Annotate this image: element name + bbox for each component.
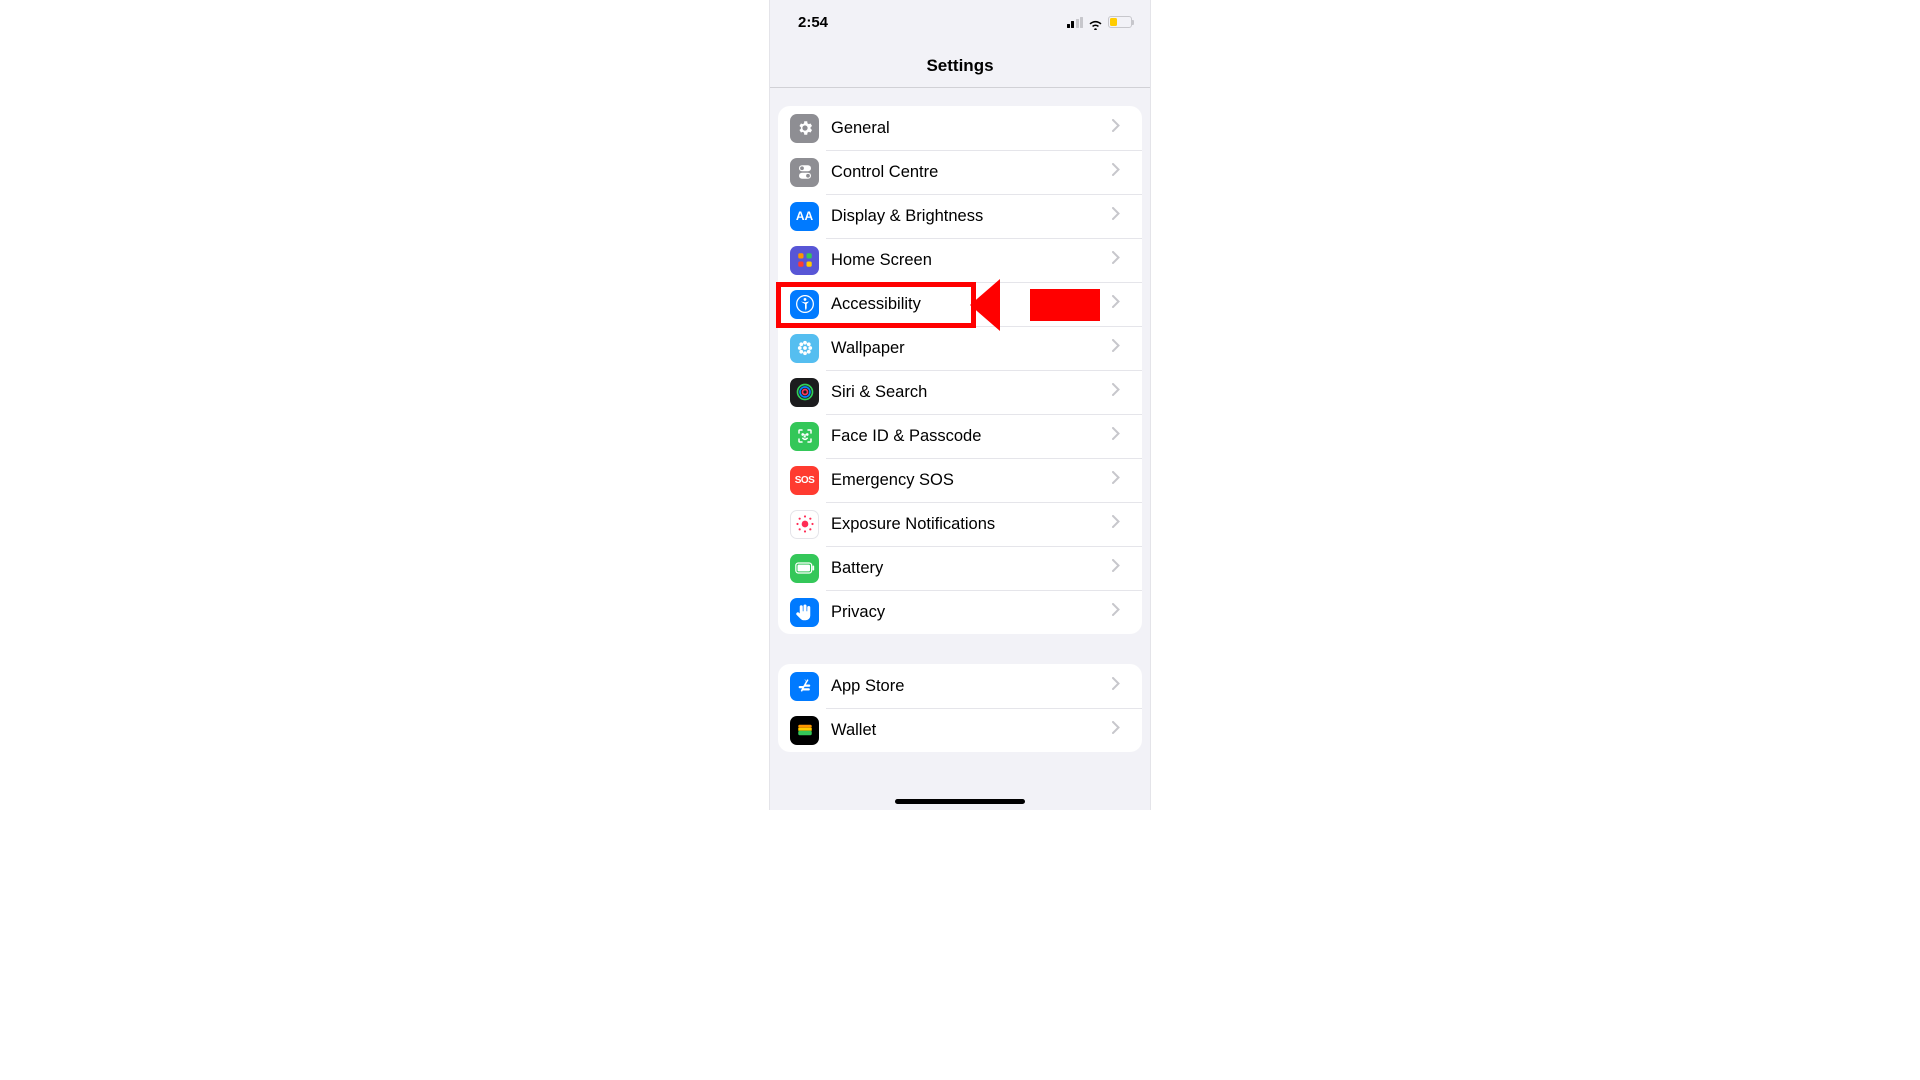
row-label: Siri & Search <box>831 383 1112 402</box>
settings-row-wallet[interactable]: Wallet <box>778 708 1142 752</box>
gear-icon <box>790 114 819 143</box>
settings-row-faceid[interactable]: Face ID & Passcode <box>778 414 1142 458</box>
chevron-right-icon <box>1112 677 1132 695</box>
accessibility-icon <box>790 290 819 319</box>
settings-row-privacy[interactable]: Privacy <box>778 590 1142 634</box>
row-label: App Store <box>831 677 1112 696</box>
row-label: Control Centre <box>831 163 1112 182</box>
row-label: Wallpaper <box>831 339 1112 358</box>
settings-row-battery[interactable]: Battery <box>778 546 1142 590</box>
settings-row-display[interactable]: AA Display & Brightness <box>778 194 1142 238</box>
page-title: Settings <box>770 44 1150 88</box>
row-label: Privacy <box>831 603 1112 622</box>
cell-signal-icon <box>1067 17 1084 28</box>
row-label: Display & Brightness <box>831 207 1112 226</box>
chevron-right-icon <box>1112 559 1132 577</box>
chevron-right-icon <box>1112 427 1132 445</box>
settings-row-home-screen[interactable]: Home Screen <box>778 238 1142 282</box>
chevron-right-icon <box>1112 207 1132 225</box>
row-label: Battery <box>831 559 1112 578</box>
chevron-right-icon <box>1112 251 1132 269</box>
flower-icon <box>790 334 819 363</box>
settings-row-app-store[interactable]: App Store <box>778 664 1142 708</box>
row-label: Face ID & Passcode <box>831 427 1112 446</box>
row-label: Wallet <box>831 721 1112 740</box>
row-label: Emergency SOS <box>831 471 1112 490</box>
status-indicators <box>1067 16 1133 28</box>
sos-icon: SOS <box>790 466 819 495</box>
chevron-right-icon <box>1112 515 1132 533</box>
chevron-right-icon <box>1112 163 1132 181</box>
row-label: Exposure Notifications <box>831 515 1112 534</box>
settings-row-control-centre[interactable]: Control Centre <box>778 150 1142 194</box>
chevron-right-icon <box>1112 721 1132 739</box>
exposure-icon <box>790 510 819 539</box>
settings-group-1: General Control Centre AA Display & Brig… <box>778 106 1142 634</box>
appstore-icon <box>790 672 819 701</box>
battery-icon <box>790 554 819 583</box>
chevron-right-icon <box>1112 471 1132 489</box>
chevron-right-icon <box>1112 383 1132 401</box>
settings-list[interactable]: General Control Centre AA Display & Brig… <box>770 88 1150 804</box>
battery-icon <box>1108 16 1132 28</box>
settings-row-siri[interactable]: Siri & Search <box>778 370 1142 414</box>
row-label: Home Screen <box>831 251 1112 270</box>
status-bar: 2:54 <box>770 0 1150 44</box>
wallet-icon <box>790 716 819 745</box>
phone-frame: 2:54 Settings General <box>770 0 1150 810</box>
switch-icon <box>790 158 819 187</box>
home-indicator[interactable] <box>895 799 1025 804</box>
siri-icon <box>790 378 819 407</box>
face-icon <box>790 422 819 451</box>
row-label: General <box>831 119 1112 138</box>
settings-row-sos[interactable]: SOS Emergency SOS <box>778 458 1142 502</box>
chevron-right-icon <box>1112 295 1132 313</box>
settings-group-2: App Store Wallet <box>778 664 1142 752</box>
hand-icon <box>790 598 819 627</box>
text-size-icon: AA <box>790 202 819 231</box>
stage: 2:54 Settings General <box>0 0 1920 1080</box>
settings-row-wallpaper[interactable]: Wallpaper <box>778 326 1142 370</box>
wifi-icon <box>1088 17 1103 28</box>
grid-icon <box>790 246 819 275</box>
annotation-arrow <box>1000 289 1100 321</box>
chevron-right-icon <box>1112 603 1132 621</box>
status-time: 2:54 <box>798 14 828 31</box>
chevron-right-icon <box>1112 119 1132 137</box>
chevron-right-icon <box>1112 339 1132 357</box>
settings-row-exposure[interactable]: Exposure Notifications <box>778 502 1142 546</box>
settings-row-general[interactable]: General <box>778 106 1142 150</box>
